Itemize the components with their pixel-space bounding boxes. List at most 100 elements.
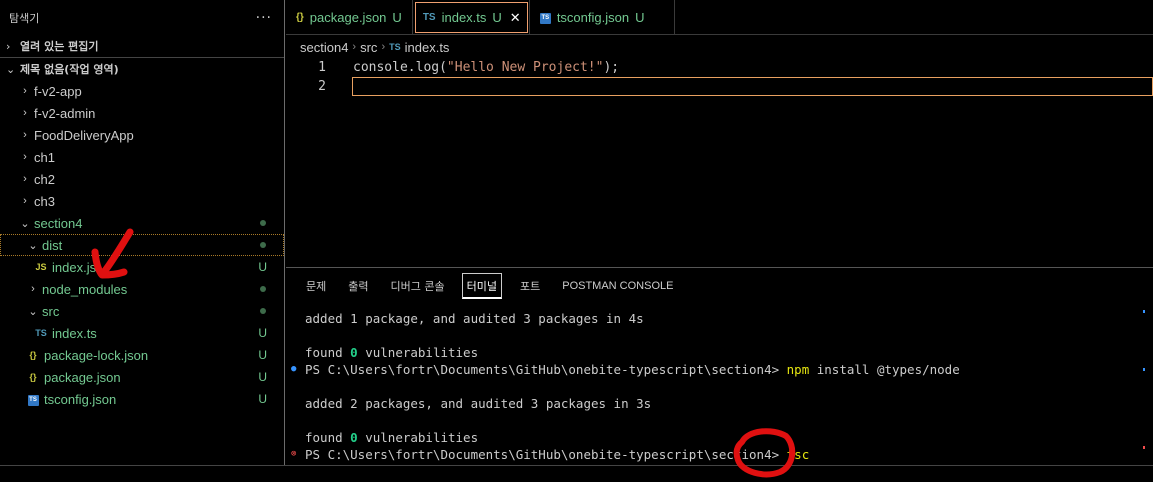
typescript-file-icon: TS — [389, 42, 401, 52]
chevron-right-icon: › — [23, 129, 27, 141]
tab-postman-console[interactable]: POSTMAN CONSOLE — [562, 273, 684, 299]
tree-file-tsconfig-json[interactable]: TS tsconfig.json U — [0, 388, 284, 410]
explorer-title: 탐색기 — [9, 11, 40, 25]
editor-tab-bar: {} package.json U TS index.ts U ✕ TS tsc… — [286, 0, 1153, 35]
explorer-sidebar: 탐색기 ··· › 열려 있는 편집기 ⌄ 제목 없음(작업 영역) › f-v… — [0, 0, 285, 465]
breadcrumb: section4 › src › TS index.ts — [286, 36, 449, 58]
code-editor[interactable]: 1 console.log("Hello New Project!"); 2 — [286, 58, 1153, 263]
code-line-current[interactable]: 2 — [286, 77, 1153, 96]
chevron-right-icon: › — [23, 173, 27, 185]
tree-folder-fooddeliveryapp[interactable]: › FoodDeliveryApp — [0, 124, 284, 146]
tree-file-index-js[interactable]: JS index.js U — [0, 256, 284, 278]
line-number: 2 — [318, 79, 326, 94]
workspace-section[interactable]: ⌄ 제목 없음(작업 영역) — [0, 58, 284, 80]
chevron-right-icon: › — [23, 85, 27, 97]
typescript-file-icon: TS — [35, 328, 47, 338]
breadcrumb-item[interactable]: section4 — [300, 40, 348, 55]
tree-item-label: ch2 — [34, 171, 55, 187]
untracked-status: U — [258, 326, 267, 340]
tree-item-label: ch3 — [34, 193, 55, 209]
terminal-line: added 2 packages, and audited 3 packages… — [305, 396, 652, 411]
terminal-line: added 1 package, and audited 3 packages … — [305, 311, 644, 326]
tree-folder-f-v2-app[interactable]: › f-v2-app — [0, 80, 284, 102]
tree-folder-f-v2-admin[interactable]: › f-v2-admin — [0, 102, 284, 124]
tree-folder-node-modules[interactable]: › node_modules — [0, 278, 284, 300]
scrollbar-marker — [1143, 368, 1145, 371]
chevron-right-icon: › — [31, 283, 35, 295]
tree-item-label: index.js — [52, 259, 97, 275]
untracked-status: U — [635, 10, 645, 25]
terminal-line: found 0 vulnerabilities — [305, 430, 479, 445]
tree-item-label: f-v2-admin — [34, 105, 96, 121]
tab-ports[interactable]: 포트 — [520, 273, 551, 299]
untracked-status: U — [392, 10, 402, 25]
untracked-status: U — [258, 370, 267, 384]
tree-folder-ch1[interactable]: › ch1 — [0, 146, 284, 168]
tab-tsconfig-json[interactable]: TS tsconfig.json U — [530, 0, 675, 35]
terminal-line: found 0 vulnerabilities — [305, 345, 479, 360]
terminal-line: ⊗ PS C:\Users\fortr\Documents\GitHub\oneb… — [291, 446, 810, 463]
scrollbar-marker — [1143, 310, 1145, 313]
tab-terminal[interactable]: 터미널 — [461, 273, 502, 299]
command-success-icon[interactable]: ● — [291, 361, 296, 378]
tab-package-json[interactable]: {} package.json U — [286, 0, 413, 35]
tree-file-package-json[interactable]: {} package.json U — [0, 366, 284, 388]
panel-tab-bar: 문제 출력 디버그 콘솔 터미널 포트 POSTMAN CONSOLE — [286, 268, 1153, 304]
open-editors-section[interactable]: › 열려 있는 편집기 — [0, 35, 284, 57]
scrollbar-marker — [1143, 446, 1145, 449]
close-icon[interactable]: ✕ — [510, 10, 521, 26]
tree-item-label: ch1 — [34, 149, 55, 165]
chevron-down-icon: ⌄ — [28, 305, 38, 318]
breadcrumb-item[interactable]: src — [360, 40, 377, 55]
chevron-down-icon: ⌄ — [20, 217, 30, 230]
tab-problems[interactable]: 문제 — [306, 273, 337, 299]
untracked-status: U — [258, 392, 267, 406]
tree-folder-src[interactable]: ⌄ src — [0, 300, 284, 322]
tree-item-label: package-lock.json — [44, 347, 149, 363]
tab-label: tsconfig.json — [556, 10, 630, 25]
tree-folder-ch2[interactable]: › ch2 — [0, 168, 284, 190]
tab-label: package.json — [309, 10, 387, 25]
status-bar — [0, 465, 1153, 482]
more-actions-icon[interactable]: ··· — [256, 10, 272, 26]
breadcrumb-item[interactable]: index.ts — [405, 40, 450, 55]
chevron-right-icon: › — [352, 41, 357, 53]
code-text: console.log("Hello New Project!"); — [353, 60, 620, 75]
typescript-file-icon: TS — [422, 12, 436, 23]
untracked-status: U — [492, 10, 502, 25]
json-file-icon: {} — [29, 372, 37, 382]
tree-folder-section4[interactable]: ⌄ section4 — [0, 212, 284, 234]
open-editors-label: 열려 있는 편집기 — [20, 40, 99, 53]
tree-item-label: dist — [42, 237, 63, 253]
tab-output[interactable]: 출력 — [348, 273, 379, 299]
chevron-right-icon: › — [23, 107, 27, 119]
terminal-output[interactable]: added 1 package, and audited 3 packages … — [286, 310, 1153, 466]
untracked-status: U — [258, 348, 267, 362]
line-number: 1 — [318, 60, 326, 75]
untracked-status: U — [258, 260, 267, 274]
tree-folder-dist[interactable]: ⌄ dist — [0, 234, 284, 256]
modified-dot-icon — [260, 308, 266, 314]
modified-dot-icon — [260, 242, 266, 248]
tree-file-index-ts[interactable]: TS index.ts U — [0, 322, 284, 344]
tree-item-label: tsconfig.json — [44, 391, 117, 407]
tree-folder-ch3[interactable]: › ch3 — [0, 190, 284, 212]
command-error-icon[interactable]: ⊗ — [291, 446, 296, 463]
chevron-right-icon: › — [6, 39, 11, 53]
tree-file-package-lock-json[interactable]: {} package-lock.json U — [0, 344, 284, 366]
code-line[interactable]: 1 console.log("Hello New Project!"); — [286, 58, 1153, 77]
javascript-file-icon: JS — [35, 262, 47, 272]
tree-item-label: section4 — [34, 215, 83, 231]
tab-debug-console[interactable]: 디버그 콘솔 — [391, 273, 456, 299]
tree-item-label: src — [42, 303, 60, 319]
chevron-down-icon: ⌄ — [28, 239, 38, 252]
tab-index-ts[interactable]: TS index.ts U ✕ — [413, 0, 530, 35]
tree-item-label: index.ts — [52, 325, 97, 341]
tab-label: index.ts — [441, 10, 487, 25]
explorer-header: 탐색기 ··· — [0, 0, 284, 35]
tsconfig-file-icon: TS — [24, 393, 42, 406]
terminal-line: ● PS C:\Users\fortr\Documents\GitHub\oneb… — [291, 361, 960, 378]
